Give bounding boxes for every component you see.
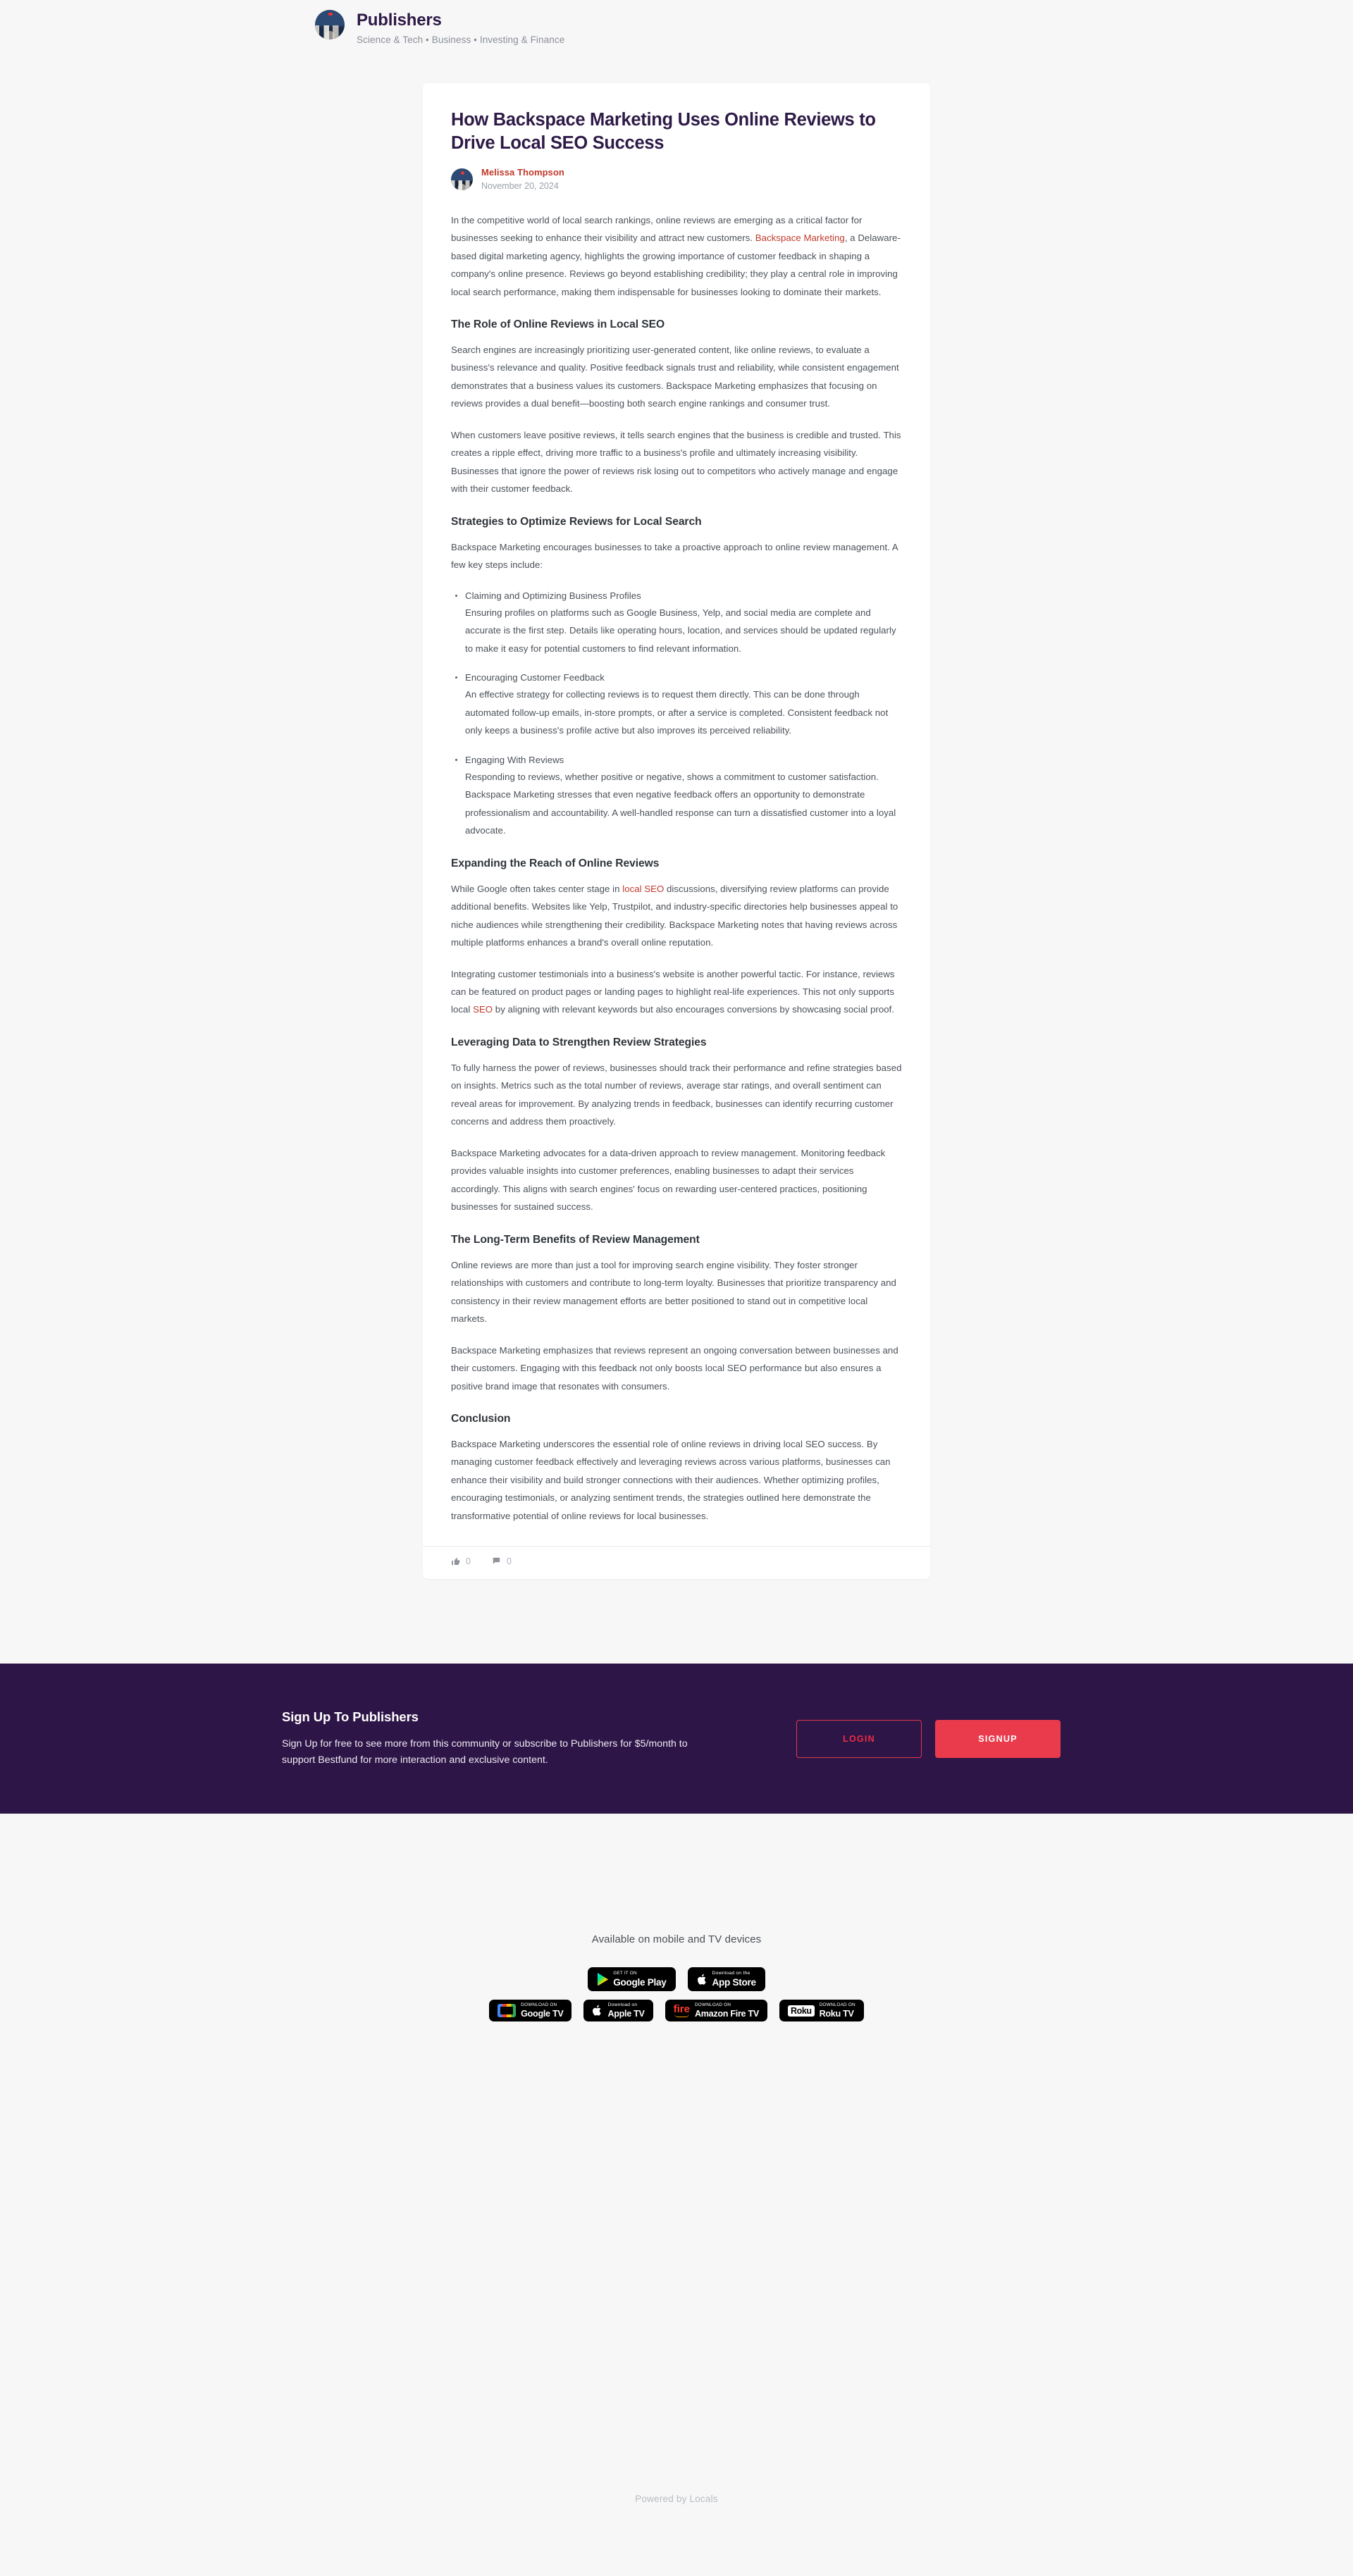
- google-tv-badge[interactable]: DOWNLOAD ON Google TV: [489, 2000, 572, 2022]
- signup-description: Sign Up for free to see more from this c…: [282, 1738, 688, 1766]
- heading-long-term-benefits: The Long-Term Benefits of Review Managem…: [451, 1233, 700, 1246]
- signup-actions: LOGIN SIGNUP: [796, 1719, 1061, 1758]
- article-card-body: How Backspace Marketing Uses Online Revi…: [423, 83, 930, 1546]
- heading-strategies: Strategies to Optimize Reviews for Local…: [451, 515, 702, 528]
- list-item-desc: Ensuring profiles on platforms such as G…: [465, 607, 896, 654]
- expanding-text-2b: by aligning with relevant keywords but a…: [493, 1004, 895, 1015]
- signup-copy: Sign Up To Publishers Sign Up for free t…: [282, 1709, 719, 1769]
- apple-tv-badge-small: Download on: [607, 2002, 638, 2008]
- paragraph-longterm-2: Backspace Marketing emphasizes that revi…: [451, 1344, 898, 1392]
- heading-expanding-reach: Expanding the Reach of Online Reviews: [451, 857, 660, 869]
- amazon-fire-icon: fire: [674, 2004, 690, 2018]
- community-meta: Publishers Science & Tech • Business • I…: [357, 10, 564, 45]
- community-avatar[interactable]: [315, 10, 345, 39]
- signup-title: Sign Up To Publishers: [282, 1709, 419, 1724]
- list-item: Engaging With Reviews Responding to revi…: [451, 752, 902, 840]
- comment-count: 0: [506, 1556, 512, 1567]
- paragraph-expanding-2: Integrating customer testimonials into a…: [451, 965, 902, 1019]
- paragraph-conclusion: Backspace Marketing underscores the esse…: [451, 1438, 891, 1521]
- comment-icon: [492, 1556, 502, 1566]
- apple-tv-badge-big: Apple TV: [607, 2008, 645, 2019]
- amazon-fire-badge-lines: DOWNLOAD ON Amazon Fire TV: [694, 2002, 759, 2019]
- local-seo-link[interactable]: local SEO: [622, 884, 664, 894]
- app-store-badge[interactable]: Download on the App Store: [687, 1967, 765, 1992]
- amazon-fire-tv-badge[interactable]: fire DOWNLOAD ON Amazon Fire TV: [665, 2000, 767, 2022]
- google-tv-badge-small: DOWNLOAD ON: [521, 2002, 557, 2008]
- apple-icon: [592, 2004, 603, 2017]
- list-item-desc: Responding to reviews, whether positive …: [465, 771, 896, 836]
- expanding-text-1a: While Google often takes center stage in: [451, 883, 623, 894]
- paragraph-intro: In the competitive world of local search…: [451, 211, 902, 301]
- login-button[interactable]: LOGIN: [796, 1719, 922, 1758]
- app-store-badge-lines: Download on the App Store: [712, 1971, 757, 1988]
- google-tv-icon: [498, 2004, 517, 2018]
- roku-icon: Roku: [787, 2005, 815, 2017]
- article-body: In the competitive world of local search…: [451, 211, 902, 1525]
- app-badges-row-mobile: GET IT ON Google Play Download on the Ap…: [588, 1967, 765, 1992]
- paragraph-role-2: When customers leave positive reviews, i…: [451, 429, 901, 495]
- amazon-fire-badge-small: DOWNLOAD ON: [694, 2002, 731, 2008]
- byline-author[interactable]: Melissa Thompson: [481, 166, 564, 179]
- app-badges-row-tv: DOWNLOAD ON Google TV Download on Apple …: [489, 2000, 864, 2022]
- site-footer: Available on mobile and TV devices GET I…: [0, 1814, 1353, 2576]
- google-play-badge-big: Google Play: [613, 1976, 667, 1988]
- powered-by: Powered by Locals: [0, 2493, 1353, 2576]
- thumbs-up-icon: [451, 1556, 461, 1566]
- powered-by-text: Powered by Locals: [635, 2494, 718, 2504]
- roku-tv-badge-lines: DOWNLOAD ON Roku TV: [819, 2002, 855, 2019]
- google-play-badge-lines: GET IT ON Google Play: [613, 1971, 667, 1988]
- paragraph-strategies-1: Backspace Marketing encourages businesse…: [451, 541, 898, 571]
- paragraph-role-1: Search engines are increasingly prioriti…: [451, 345, 899, 409]
- signup-button[interactable]: SIGNUP: [935, 1719, 1061, 1758]
- signup-inner: Sign Up To Publishers Sign Up for free t…: [0, 1709, 1353, 1769]
- list-item-title: Encouraging Customer Feedback: [465, 672, 605, 683]
- paragraph-longterm-1: Online reviews are more than just a tool…: [451, 1259, 896, 1325]
- amazon-fire-badge-big: Amazon Fire TV: [694, 2008, 759, 2019]
- avatar[interactable]: [451, 168, 473, 190]
- paragraph-leveraging-1: To fully harness the power of reviews, b…: [451, 1062, 902, 1127]
- community-tags: Science & Tech • Business • Investing & …: [357, 34, 565, 45]
- article-card-footer: 0 0: [423, 1546, 930, 1579]
- google-tv-badge-lines: DOWNLOAD ON Google TV: [521, 2002, 564, 2019]
- byline: Melissa Thompson November 20, 2024: [451, 166, 902, 192]
- apple-icon: [697, 1973, 708, 1986]
- app-store-badge-small: Download on the: [712, 1971, 750, 1976]
- heading-leveraging-data: Leveraging Data to Strengthen Review Str…: [451, 1036, 707, 1048]
- google-play-icon: [597, 1973, 608, 1986]
- apple-tv-badge[interactable]: Download on Apple TV: [583, 2000, 653, 2022]
- app-store-badge-big: App Store: [712, 1976, 757, 1988]
- list-item-title: Claiming and Optimizing Business Profile…: [465, 590, 641, 601]
- page-root: Publishers Science & Tech • Business • I…: [0, 0, 1353, 2576]
- community-title[interactable]: Publishers: [357, 11, 564, 30]
- like-count: 0: [466, 1556, 471, 1567]
- page-title: How Backspace Marketing Uses Online Revi…: [451, 110, 876, 153]
- signup-band: Sign Up To Publishers Sign Up for free t…: [0, 1664, 1353, 1814]
- article-card-wrap: How Backspace Marketing Uses Online Revi…: [0, 83, 1353, 1664]
- byline-text: Melissa Thompson November 20, 2024: [481, 166, 564, 192]
- like-button[interactable]: 0: [451, 1556, 471, 1566]
- byline-date: November 20, 2024: [481, 180, 559, 191]
- google-play-badge-small: GET IT ON: [613, 1971, 637, 1976]
- strategies-list: Claiming and Optimizing Business Profile…: [451, 588, 902, 840]
- heading-role-of-online-reviews: The Role of Online Reviews in Local SEO: [451, 318, 665, 331]
- community-header: Publishers Science & Tech • Business • I…: [0, 0, 1353, 83]
- backspace-marketing-link[interactable]: Backspace Marketing: [755, 233, 845, 243]
- heading-conclusion: Conclusion: [451, 1412, 511, 1425]
- roku-tv-badge[interactable]: Roku DOWNLOAD ON Roku TV: [779, 2000, 864, 2022]
- article-card: How Backspace Marketing Uses Online Revi…: [423, 83, 930, 1580]
- paragraph-expanding-1: While Google often takes center stage in…: [451, 880, 902, 952]
- google-tv-badge-big: Google TV: [521, 2008, 564, 2019]
- list-item-desc: An effective strategy for collecting rev…: [465, 689, 889, 736]
- seo-link[interactable]: SEO: [473, 1004, 493, 1015]
- list-item: Claiming and Optimizing Business Profile…: [451, 588, 902, 658]
- paragraph-leveraging-2: Backspace Marketing advocates for a data…: [451, 1147, 886, 1213]
- apple-tv-badge-lines: Download on Apple TV: [607, 2002, 645, 2019]
- roku-tv-badge-small: DOWNLOAD ON: [819, 2002, 855, 2008]
- footer-caption: Available on mobile and TV devices: [591, 1933, 762, 1946]
- list-item: Encouraging Customer Feedback An effecti…: [451, 669, 902, 740]
- comment-button[interactable]: 0: [492, 1556, 512, 1566]
- list-item-title: Engaging With Reviews: [465, 754, 564, 765]
- google-play-badge[interactable]: GET IT ON Google Play: [588, 1967, 676, 1992]
- roku-tv-badge-big: Roku TV: [819, 2008, 854, 2019]
